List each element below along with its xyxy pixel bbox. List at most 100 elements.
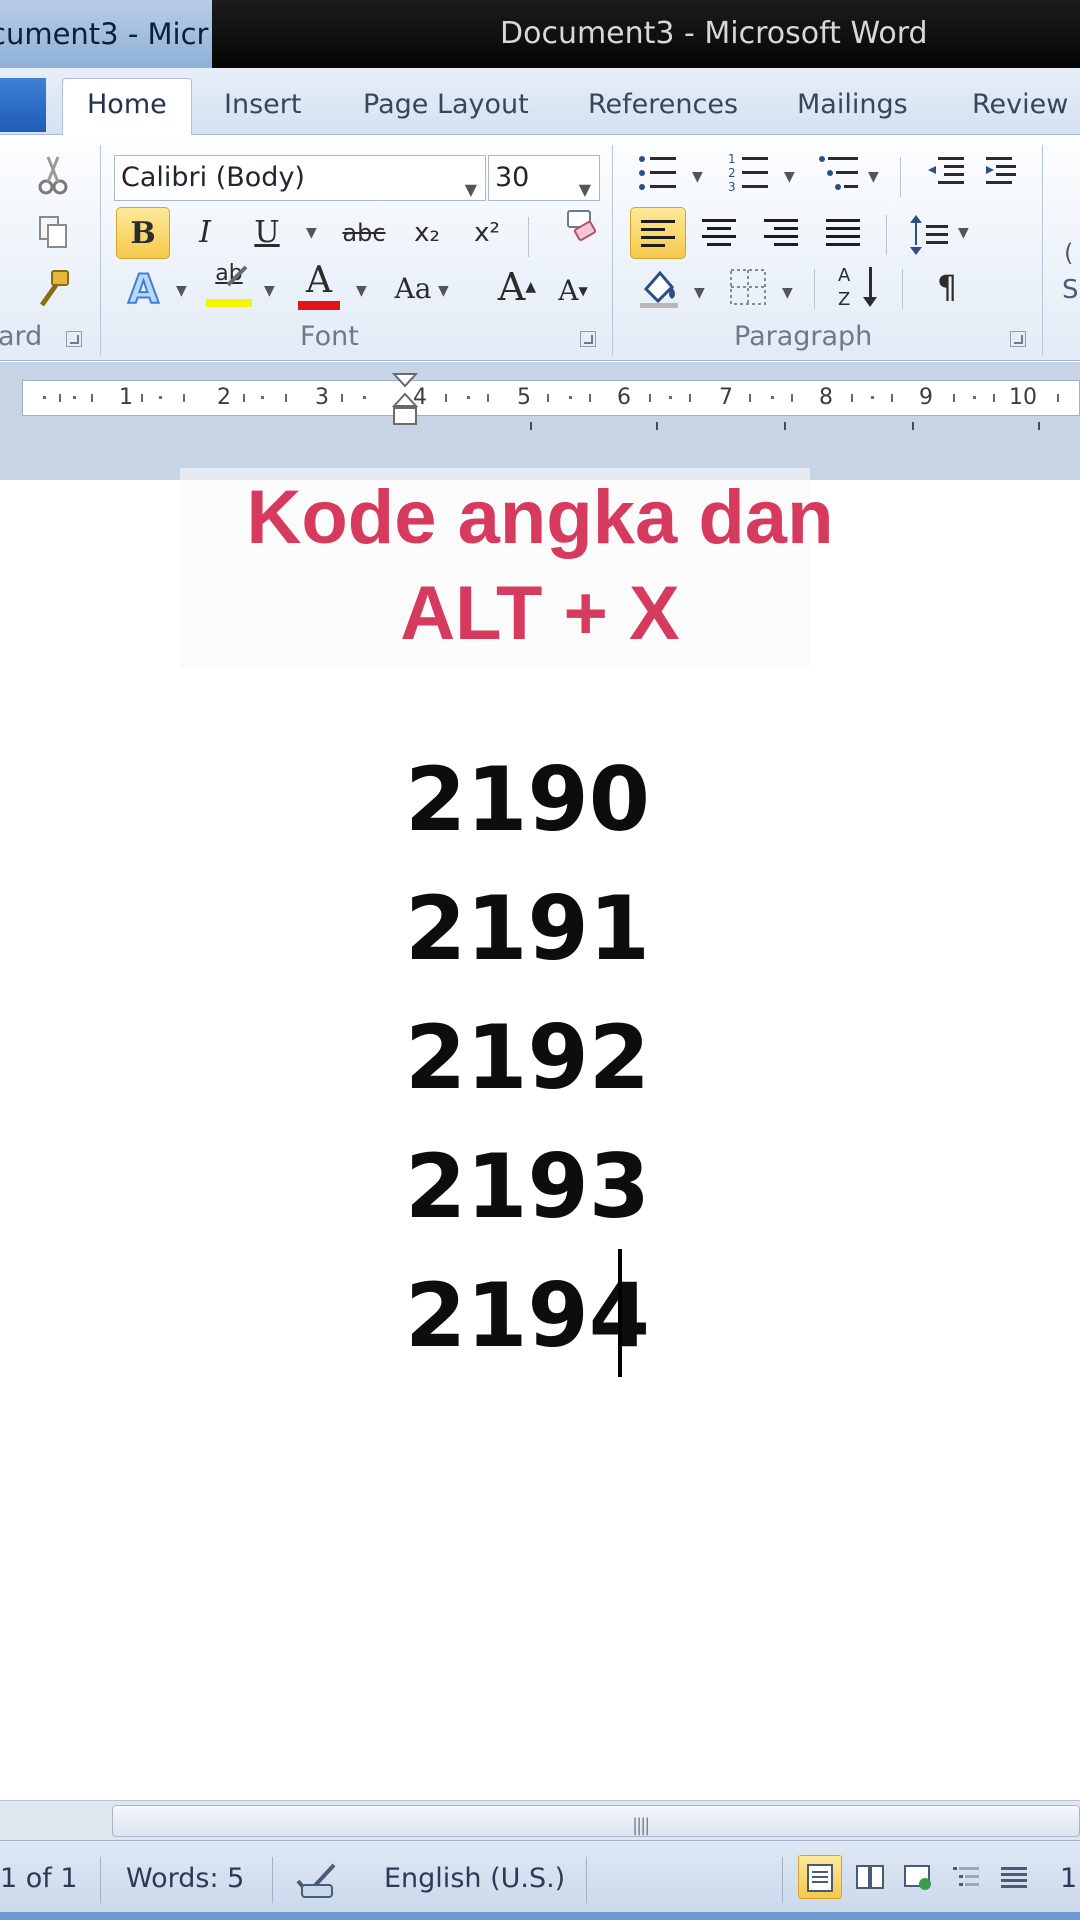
svg-text:3: 3 xyxy=(728,180,736,194)
ribbon-tab-row: Home Insert Page Layout References Maili… xyxy=(0,68,1080,136)
superscript-button[interactable]: x² xyxy=(460,207,514,259)
copy-icon[interactable] xyxy=(26,207,80,259)
increase-indent-icon[interactable] xyxy=(982,151,1026,195)
outline-view-button[interactable] xyxy=(944,1855,988,1899)
clipboard-dialog-launcher[interactable] xyxy=(66,331,82,347)
underline-dropdown-icon[interactable]: ▼ xyxy=(306,225,317,241)
clipboard-group-label: ard xyxy=(0,321,43,352)
tab-references[interactable]: References xyxy=(588,82,738,136)
zoom-level-partial[interactable]: 1 xyxy=(1060,1863,1077,1894)
change-case-dropdown-icon[interactable]: ▼ xyxy=(438,283,449,299)
page-count[interactable]: 1 of 1 xyxy=(0,1863,78,1894)
print-layout-view-button[interactable] xyxy=(798,1855,842,1899)
status-separator xyxy=(272,1857,273,1903)
multilevel-list-icon[interactable] xyxy=(816,151,866,195)
highlight-dropdown-icon[interactable]: ▼ xyxy=(264,283,275,299)
decrease-indent-icon[interactable] xyxy=(924,151,968,195)
font-color-dropdown-icon[interactable]: ▼ xyxy=(356,283,367,299)
font-name-dropdown-icon[interactable]: ▼ xyxy=(465,168,477,212)
align-left-icon xyxy=(641,220,675,247)
font-dialog-launcher[interactable] xyxy=(580,331,596,347)
bullets-icon[interactable] xyxy=(636,151,680,195)
caption-line-2: ALT + X xyxy=(400,571,680,656)
group-separator xyxy=(100,145,101,355)
taskbar-document-button[interactable]: cument3 - Micr xyxy=(0,0,212,68)
indent-marker-icon[interactable] xyxy=(392,372,418,428)
font-color-bar xyxy=(298,301,340,310)
language-indicator[interactable]: English (U.S.) xyxy=(384,1863,565,1894)
bullets-dropdown-icon[interactable]: ▼ xyxy=(692,169,703,185)
window-bottom-border xyxy=(0,1912,1080,1920)
styles-partial-bottom: S xyxy=(1062,275,1079,305)
sort-icon[interactable]: A Z xyxy=(836,261,884,311)
strikethrough-button[interactable]: abc xyxy=(334,207,394,259)
full-screen-reading-button[interactable] xyxy=(848,1855,892,1899)
text-effects-dropdown-icon[interactable]: ▼ xyxy=(176,283,187,299)
clear-formatting-icon[interactable] xyxy=(562,205,602,245)
show-formatting-marks-button[interactable]: ¶ xyxy=(920,261,974,313)
ruler-number: 5 xyxy=(517,385,531,410)
shading-dropdown-icon[interactable]: ▼ xyxy=(694,285,705,301)
borders-dropdown-icon[interactable]: ▼ xyxy=(782,285,793,301)
font-name-combo[interactable]: Calibri (Body) ▼ xyxy=(114,155,486,201)
subscript-button[interactable]: x₂ xyxy=(400,207,454,259)
shading-icon[interactable] xyxy=(636,263,684,311)
ruler-number: 7 xyxy=(719,385,733,410)
tab-insert[interactable]: Insert xyxy=(224,82,301,136)
numbering-dropdown-icon[interactable]: ▼ xyxy=(784,169,795,185)
paragraph-dialog-launcher[interactable] xyxy=(1010,331,1026,347)
align-center-icon[interactable] xyxy=(702,219,738,247)
tab-review[interactable]: Review xyxy=(972,82,1068,136)
toolbar-separator xyxy=(886,215,887,255)
grow-font-label: A xyxy=(497,265,526,309)
font-color-button[interactable]: A xyxy=(294,261,344,313)
proofing-check-icon[interactable] xyxy=(294,1859,340,1901)
tab-mailings[interactable]: Mailings xyxy=(797,82,908,136)
cut-icon[interactable] xyxy=(26,149,80,201)
shrink-font-arrow-icon: ▼ xyxy=(578,284,588,298)
horizontal-scrollbar[interactable]: |||| xyxy=(0,1800,1080,1840)
title-bar: cument3 - Micr Document3 - Microsoft Wor… xyxy=(0,0,1080,68)
font-size-combo[interactable]: 30 ▼ xyxy=(488,155,600,201)
borders-icon[interactable] xyxy=(728,267,768,307)
scrollbar-thumb[interactable] xyxy=(112,1805,1080,1837)
file-tab[interactable] xyxy=(0,78,46,132)
change-case-button[interactable]: Aa xyxy=(386,263,440,315)
align-right-icon[interactable] xyxy=(764,219,800,247)
justify-icon[interactable] xyxy=(826,219,862,247)
grow-font-button[interactable]: A▲ xyxy=(490,261,544,313)
grow-font-arrow-icon: ▲ xyxy=(525,279,537,295)
default-tab-stop xyxy=(1038,422,1040,430)
default-tab-stop xyxy=(784,422,786,430)
tab-home[interactable]: Home xyxy=(62,78,192,136)
text-effects-icon[interactable]: A xyxy=(122,261,174,313)
shrink-font-button[interactable]: A▼ xyxy=(546,265,600,317)
web-layout-button[interactable] xyxy=(896,1855,940,1899)
numbering-icon[interactable]: 1 2 3 xyxy=(728,151,772,195)
ruler-area: 1 2 3 4 5 6 7 8 9 10 xyxy=(0,362,1080,480)
horizontal-ruler[interactable]: 1 2 3 4 5 6 7 8 9 10 xyxy=(22,380,1080,416)
ruler-tick xyxy=(141,394,143,402)
ruler-tick xyxy=(285,394,287,402)
align-left-button[interactable] xyxy=(630,207,686,259)
ruler-dot xyxy=(771,396,774,399)
svg-text:1: 1 xyxy=(728,152,736,166)
ruler-dot xyxy=(159,396,162,399)
ruler-tick xyxy=(851,394,853,402)
svg-text:A: A xyxy=(128,267,159,313)
line-spacing-icon[interactable] xyxy=(908,213,952,257)
draft-view-button[interactable] xyxy=(992,1855,1036,1899)
bold-button[interactable]: B xyxy=(116,207,170,259)
tab-page-layout[interactable]: Page Layout xyxy=(363,82,529,136)
web-layout-icon xyxy=(904,1865,931,1890)
word-count[interactable]: Words: 5 xyxy=(126,1863,244,1894)
multilevel-list-dropdown-icon[interactable]: ▼ xyxy=(868,169,879,185)
italic-button[interactable]: I xyxy=(178,207,232,259)
line-spacing-dropdown-icon[interactable]: ▼ xyxy=(958,225,969,241)
ruler-number: 9 xyxy=(919,385,933,410)
underline-button[interactable]: U xyxy=(240,207,294,259)
highlight-button[interactable]: ab xyxy=(204,261,254,311)
format-painter-icon[interactable] xyxy=(26,265,80,317)
font-color-letter: A xyxy=(306,260,332,301)
ruler-dot xyxy=(669,396,672,399)
